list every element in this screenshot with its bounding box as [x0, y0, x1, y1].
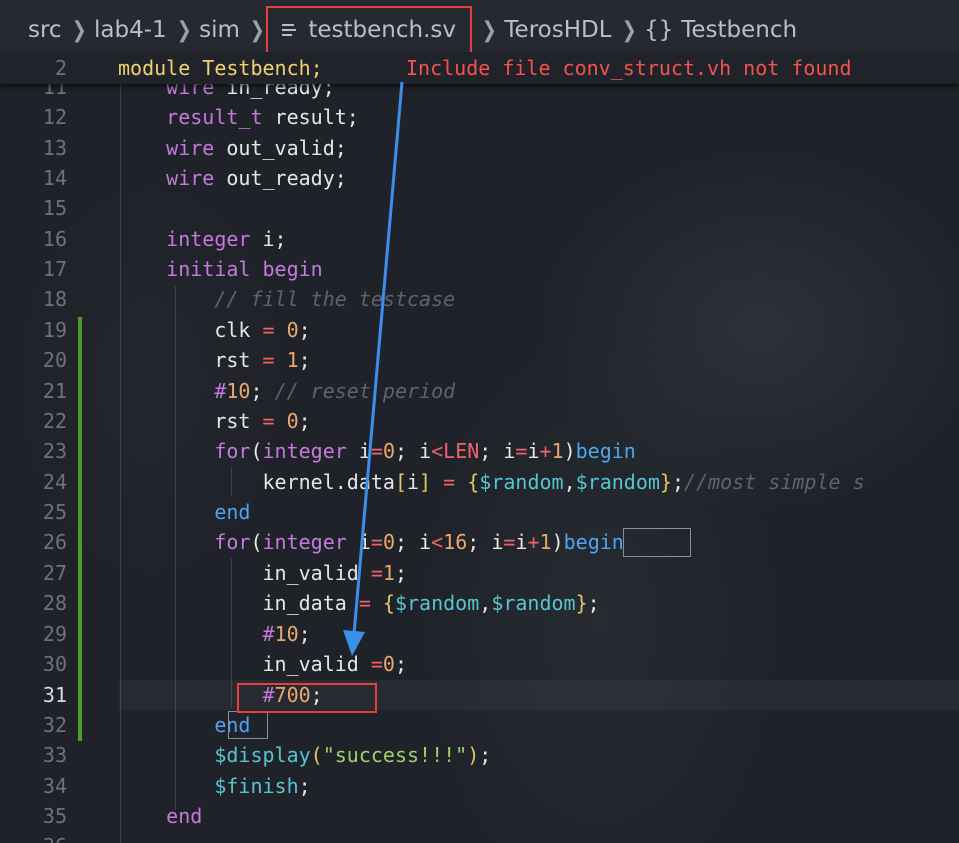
code-line[interactable]: 35 end: [0, 801, 959, 831]
file-lines-icon: [282, 24, 297, 36]
module-name: Testbench;: [202, 56, 323, 80]
code-line[interactable]: 32 end: [0, 710, 959, 740]
line-number: 23: [42, 439, 67, 463]
code-text: result_t result;: [166, 105, 359, 129]
code-text: // fill the testcase: [214, 287, 456, 311]
line-number: 14: [42, 166, 67, 190]
breadcrumb-symbol[interactable]: Testbench: [681, 17, 797, 43]
code-line[interactable]: 31 #700;: [0, 680, 959, 710]
breadcrumb-sim[interactable]: sim: [199, 17, 240, 43]
code-line[interactable]: 17 initial begin: [0, 254, 959, 284]
chevron-right-icon: ❯: [176, 17, 192, 43]
code-text: wire out_valid;: [166, 136, 347, 160]
error-message: Include file conv_struct.vh not found: [406, 56, 852, 80]
code-line[interactable]: 24 kernel.data[i] = {$random,$random};//…: [0, 467, 959, 497]
line-number: 34: [42, 774, 67, 798]
chevron-right-icon: ❯: [71, 17, 87, 43]
breadcrumb: src ❯ lab4-1 ❯ sim ❯ testbench.sv ❯ Tero…: [0, 0, 959, 60]
code-line[interactable]: 15: [0, 193, 959, 223]
code-line[interactable]: 29 #10;: [0, 619, 959, 649]
line-number: 32: [42, 713, 67, 737]
code-text: $finish;: [214, 774, 311, 798]
code-line[interactable]: 12 result_t result;: [0, 102, 959, 132]
chevron-right-icon: ❯: [249, 17, 265, 43]
code-line[interactable]: 23 for(integer i=0; i<LEN; i=i+1)begin: [0, 436, 959, 466]
code-text: wire out_ready;: [166, 166, 347, 190]
line-number: 17: [42, 257, 67, 281]
code-text: for(integer i=0; i<LEN; i=i+1)begin: [214, 439, 636, 463]
bracket-match-highlight: [228, 711, 268, 739]
sticky-scroll-line[interactable]: 2 module Testbench; Include file conv_st…: [0, 52, 959, 84]
code-line[interactable]: 30 in_valid =0;: [0, 649, 959, 679]
line-number: 22: [42, 409, 67, 433]
code-text: in_valid =1;: [118, 561, 408, 585]
code-text: in_data = {$random,$random};: [118, 591, 600, 615]
bracket-match-highlight: [623, 528, 691, 557]
line-number: 19: [42, 318, 67, 342]
code-line[interactable]: 36: [0, 831, 959, 843]
line-number: 21: [42, 379, 67, 403]
code-line[interactable]: 20 rst = 1;: [0, 345, 959, 375]
line-number: 25: [42, 500, 67, 524]
line-number: 28: [42, 591, 67, 615]
sticky-code: module Testbench;: [118, 56, 323, 80]
breadcrumb-file-label: testbench.sv: [308, 17, 456, 43]
line-number: 35: [42, 804, 67, 828]
code-line[interactable]: 19 clk = 0;: [0, 315, 959, 345]
line-number: 24: [42, 470, 67, 494]
line-number: 33: [42, 743, 67, 767]
code-line[interactable]: 28 in_data = {$random,$random};: [0, 588, 959, 618]
code-line[interactable]: 18 // fill the testcase: [0, 284, 959, 314]
code-line[interactable]: 13 wire out_valid;: [0, 133, 959, 163]
code-text: in_valid =0;: [118, 652, 408, 676]
code-text: rst = 1;: [118, 348, 311, 372]
code-line[interactable]: 22 rst = 0;: [0, 406, 959, 436]
code-line[interactable]: 33 $display("success!!!");: [0, 740, 959, 770]
line-number: 29: [42, 622, 67, 646]
breadcrumb-teroshdl[interactable]: TerosHDL: [504, 17, 611, 43]
line-number: 18: [42, 287, 67, 311]
code-line[interactable]: 34 $finish;: [0, 771, 959, 801]
code-line[interactable]: 16 integer i;: [0, 224, 959, 254]
line-number: 27: [42, 561, 67, 585]
code-text: integer i;: [166, 227, 287, 251]
line-number: 2: [54, 56, 67, 80]
line-number: 16: [42, 227, 67, 251]
breadcrumb-lab4-1[interactable]: lab4-1: [94, 17, 167, 43]
line-number: 13: [42, 136, 67, 160]
braces-icon: {}: [643, 17, 674, 43]
breadcrumb-file[interactable]: testbench.sv: [266, 6, 472, 54]
line-number: 20: [42, 348, 67, 372]
code-line[interactable]: 26 for(integer i=0; i<16; i=i+1)begin: [0, 527, 959, 557]
line-number: 12: [42, 105, 67, 129]
line-number: 15: [42, 196, 67, 220]
line-number: 30: [42, 652, 67, 676]
code-text: $display("success!!!");: [214, 743, 492, 767]
code-line[interactable]: 14 wire out_ready;: [0, 163, 959, 193]
code-text: end: [166, 804, 203, 828]
code-text: #10;: [262, 622, 311, 646]
code-text: initial begin: [166, 257, 323, 281]
annotation-highlight-box: [237, 683, 377, 713]
code-text: #10; // reset period: [214, 379, 456, 403]
code-editor[interactable]: 11 wire in_ready; 12 result_t result; 13…: [0, 72, 959, 843]
code-text: for(integer i=0; i<16; i=i+1)begin: [214, 530, 624, 554]
code-text: end: [214, 500, 251, 524]
line-number: 26: [42, 530, 67, 554]
code-text: rst = 0;: [118, 409, 311, 433]
code-text: kernel.data[i] = {$random,$random};//mos…: [118, 470, 865, 494]
line-number: 31: [42, 683, 67, 707]
code-line[interactable]: 21 #10; // reset period: [0, 376, 959, 406]
breadcrumb-src[interactable]: src: [28, 17, 62, 43]
line-number: 36: [43, 831, 67, 843]
chevron-right-icon: ❯: [481, 17, 497, 43]
code-text: clk = 0;: [118, 318, 311, 342]
code-line[interactable]: 27 in_valid =1;: [0, 558, 959, 588]
keyword-module: module: [118, 56, 191, 80]
code-line[interactable]: 25 end: [0, 497, 959, 527]
chevron-right-icon: ❯: [621, 17, 637, 43]
